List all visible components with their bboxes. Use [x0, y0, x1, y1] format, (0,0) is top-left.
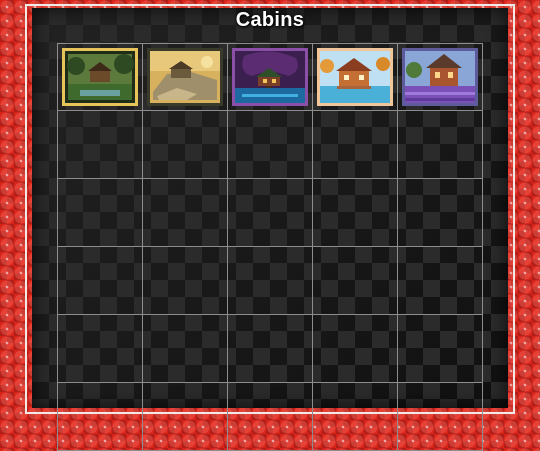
empty-row [57, 178, 483, 247]
grid-cell [227, 314, 313, 383]
grid-cell [142, 43, 228, 111]
cabin-tree-night-picture [232, 48, 308, 106]
grid-cell [397, 110, 483, 179]
grid-cell [312, 314, 398, 383]
grid-cell [397, 314, 483, 383]
thumbnail-link-4[interactable] [317, 48, 393, 106]
thumbnail-link-2[interactable] [147, 48, 223, 106]
cabin-forest-picture [62, 48, 138, 106]
grid-cell [57, 43, 143, 111]
grid-cell [227, 178, 313, 247]
grid-cell [312, 110, 398, 179]
grid-cell [227, 110, 313, 179]
thumbnail-grid [57, 43, 483, 451]
grid-cell [57, 110, 143, 179]
grid-cell [57, 314, 143, 383]
empty-row [57, 246, 483, 315]
grid-cell [142, 382, 228, 451]
grid-cell [397, 43, 483, 111]
empty-row [57, 314, 483, 383]
grid-cell [142, 110, 228, 179]
grid-cell [142, 314, 228, 383]
grid-cell [312, 246, 398, 315]
grid-cell [57, 246, 143, 315]
empty-row [57, 382, 483, 451]
thumbnail-link-1[interactable] [62, 48, 138, 106]
grid-cell [142, 178, 228, 247]
page-title: Cabins [235, 9, 305, 31]
grid-cell [397, 178, 483, 247]
grid-cell [57, 178, 143, 247]
cabin-lavender-picture [402, 48, 478, 106]
grid-cell [312, 43, 398, 111]
thumbnail-link-3[interactable] [232, 48, 308, 106]
grid-cell [312, 178, 398, 247]
grid-cell [142, 246, 228, 315]
grid-cell [397, 246, 483, 315]
cabin-lake-picture [317, 48, 393, 106]
cabin-rock-sunset-picture [147, 48, 223, 106]
empty-row [57, 110, 483, 179]
grid-cell [227, 43, 313, 111]
thumbnail-link-5[interactable] [402, 48, 478, 106]
thumbnail-row [57, 43, 483, 111]
grid-cell [227, 246, 313, 315]
grid-cell [397, 382, 483, 451]
grid-cell [227, 382, 313, 451]
grid-cell [312, 382, 398, 451]
grid-cell [57, 382, 143, 451]
